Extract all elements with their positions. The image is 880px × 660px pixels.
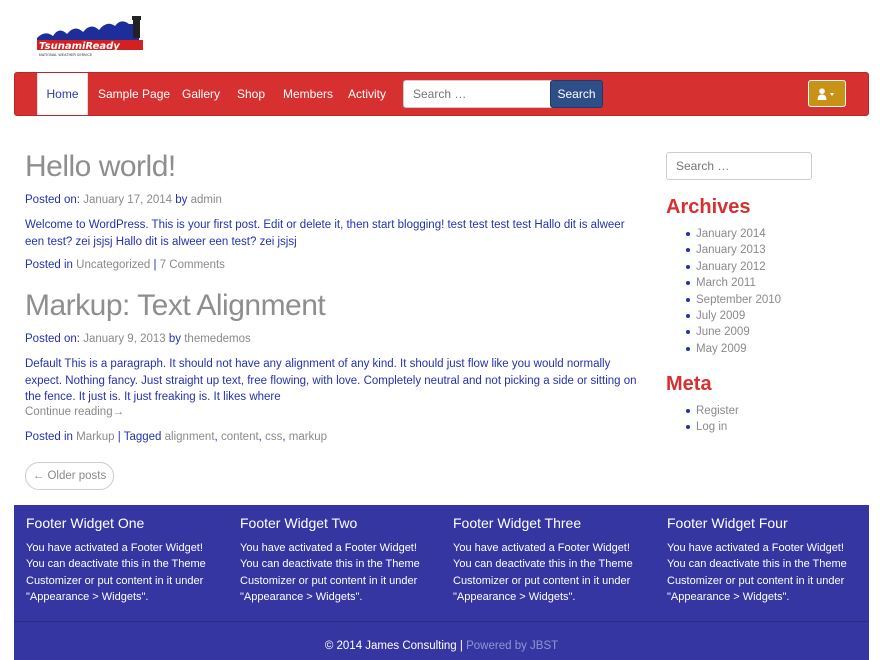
nav-home[interactable]: Home: [37, 73, 88, 115]
footer-widget-text: You have activated a Footer Widget! You …: [667, 542, 847, 604]
powered-by-link[interactable]: Powered by JBST: [466, 640, 558, 652]
nav-search-button[interactable]: Search: [550, 80, 603, 108]
footer-widget-title: Footer Widget One: [26, 515, 145, 531]
svg-text:NATIONAL WEATHER SERVICE: NATIONAL WEATHER SERVICE: [39, 53, 93, 57]
nav-search-input[interactable]: [403, 80, 561, 108]
footer-widget-title: Footer Widget Three: [453, 515, 582, 531]
footer-widget-text: You have activated a Footer Widget! You …: [26, 542, 206, 604]
archive-link[interactable]: September 2010: [686, 292, 781, 308]
post-excerpt: Default This is a paragraph. It should n…: [25, 358, 637, 403]
post-author-link[interactable]: themedemos: [184, 333, 250, 345]
posted-on-label: Posted on:: [25, 194, 80, 206]
footer-widget-title: Footer Widget Two: [240, 515, 358, 531]
footer-widget-text: You have activated a Footer Widget! You …: [453, 542, 633, 604]
user-menu-button[interactable]: [808, 80, 846, 107]
post-footer-meta: Posted in Markup | Tagged alignment, con…: [25, 431, 328, 443]
nav-activity[interactable]: Activity: [348, 73, 386, 115]
meta-list: Register Log in: [686, 403, 739, 436]
separator: |: [117, 431, 121, 443]
post-meta: Posted on: January 17, 2014 by admin: [25, 194, 222, 206]
user-icon: [817, 88, 834, 100]
separator: |: [459, 640, 463, 652]
nav-gallery[interactable]: Gallery: [182, 73, 220, 115]
archive-link[interactable]: January 2012: [686, 259, 781, 275]
tsunami-logo-icon: TsunamiReady NATIONAL WEATHER SERVICE: [37, 16, 143, 57]
archives-heading: Archives: [666, 196, 751, 218]
continue-reading-link[interactable]: Continue reading→: [25, 406, 124, 418]
continue-reading-label[interactable]: Continue reading→: [25, 406, 124, 418]
tag-link[interactable]: markup: [289, 431, 327, 443]
login-link[interactable]: Log in: [686, 419, 739, 435]
post-date-link[interactable]: January 9, 2013: [83, 333, 165, 345]
by-label: by: [175, 194, 188, 206]
posted-on-label: Posted on:: [25, 333, 80, 345]
comments-link[interactable]: 7 Comments: [160, 259, 225, 271]
copyright: © 2014 James Consulting | Powered by JBS…: [14, 640, 869, 652]
by-label: by: [168, 333, 182, 345]
archives-list: January 2014 January 2013 January 2012 M…: [686, 226, 781, 357]
post-author-link[interactable]: admin: [191, 194, 222, 206]
posted-in-label: Posted in: [25, 431, 73, 443]
site-footer: Footer Widget One You have activated a F…: [14, 505, 869, 660]
nav-shop[interactable]: Shop: [237, 73, 265, 115]
post-date-link[interactable]: January 17, 2014: [83, 194, 172, 206]
archive-link[interactable]: March 2011: [686, 275, 781, 291]
separator: |: [153, 259, 157, 271]
footer-widget-text: You have activated a Footer Widget! You …: [240, 542, 420, 604]
older-posts-button[interactable]: ← Older posts: [25, 462, 114, 490]
footer-widget-title: Footer Widget Four: [667, 515, 788, 531]
tagged-label: Tagged: [123, 431, 162, 443]
meta-heading: Meta: [666, 373, 712, 395]
nav-sample-page[interactable]: Sample Page: [98, 73, 170, 115]
register-link[interactable]: Register: [686, 403, 739, 419]
post-excerpt: Welcome to WordPress. This is your first…: [25, 219, 625, 248]
tag-link[interactable]: alignment: [165, 431, 215, 443]
caret-down-icon: [830, 92, 834, 96]
posted-in-label: Posted in: [25, 259, 73, 271]
archive-link[interactable]: January 2014: [686, 226, 781, 242]
svg-text:TsunamiReady: TsunamiReady: [39, 41, 120, 52]
post-title[interactable]: Markup: Text Alignment: [25, 289, 326, 323]
copyright-text: © 2014 James Consulting: [324, 640, 457, 652]
category-link[interactable]: Markup: [76, 431, 114, 443]
sidebar-search-input[interactable]: [666, 152, 812, 180]
post-footer-meta: Posted in Uncategorized | 7 Comments: [25, 259, 225, 271]
post-meta: Posted on: January 9, 2013 by themedemos: [25, 333, 251, 345]
post-title[interactable]: Hello world!: [25, 150, 176, 184]
archive-link[interactable]: May 2009: [686, 341, 781, 357]
tag-link[interactable]: content: [221, 431, 259, 443]
archive-link[interactable]: January 2013: [686, 242, 781, 258]
nav-members[interactable]: Members: [283, 73, 333, 115]
main-navbar: Home Sample Page Gallery Shop Members Ac…: [14, 72, 869, 116]
archive-link[interactable]: June 2009: [686, 324, 781, 340]
archive-link[interactable]: July 2009: [686, 308, 781, 324]
site-logo[interactable]: TsunamiReady NATIONAL WEATHER SERVICE: [35, 16, 147, 58]
category-link[interactable]: Uncategorized: [76, 259, 150, 271]
tag-link[interactable]: css: [265, 431, 282, 443]
